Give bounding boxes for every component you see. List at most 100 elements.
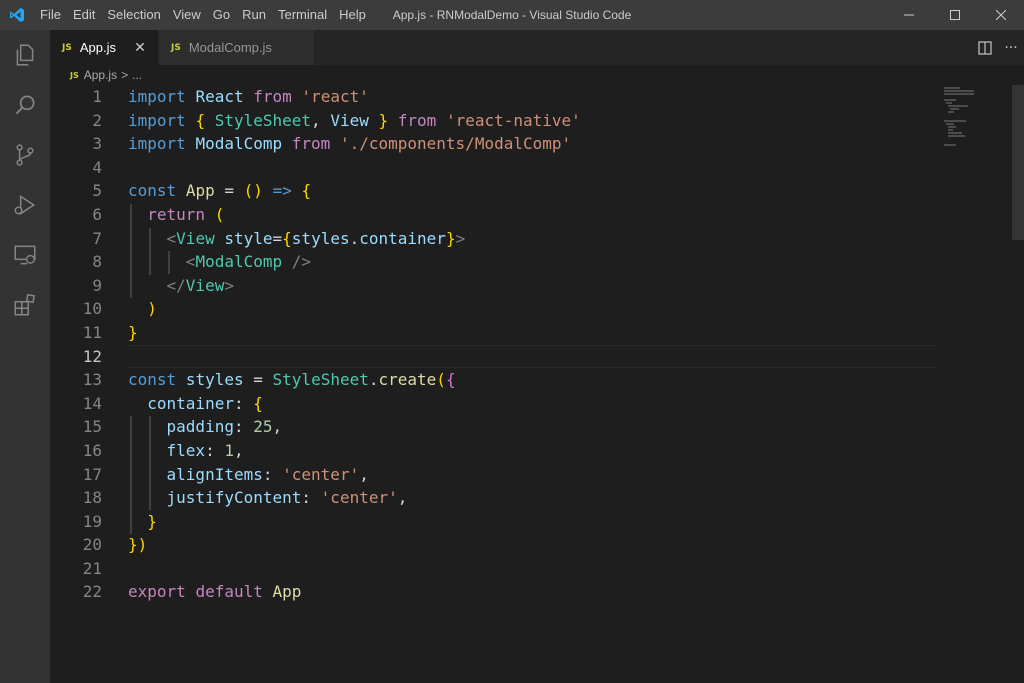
title-bar: File Edit Selection View Go Run Terminal… xyxy=(0,0,1024,30)
code-line[interactable]: 15 padding: 25, xyxy=(50,415,940,439)
menu-terminal[interactable]: Terminal xyxy=(272,0,333,30)
line-number: 19 xyxy=(82,511,102,531)
vertical-scrollbar[interactable] xyxy=(1012,85,1024,683)
line-number: 15 xyxy=(82,417,102,437)
source-control-icon xyxy=(16,144,34,166)
menu-selection[interactable]: Selection xyxy=(101,0,166,30)
code-line[interactable]: 3 import ModalComp from './components/Mod… xyxy=(50,132,940,156)
line-number: 16 xyxy=(82,440,102,460)
line-text: import { StyleSheet, View } from 'react-… xyxy=(128,110,581,130)
menu-bar: File Edit Selection View Go Run Terminal… xyxy=(34,0,372,30)
line-text: import React from 'react' xyxy=(128,87,369,106)
line-text: }) xyxy=(128,535,148,555)
maximize-button[interactable] xyxy=(932,0,978,30)
breadcrumb-file[interactable]: App.js xyxy=(84,68,117,82)
activity-source-control[interactable] xyxy=(0,130,50,180)
scrollbar-thumb[interactable] xyxy=(1012,85,1024,240)
menu-view[interactable]: View xyxy=(167,0,207,30)
code-line[interactable]: 13 const styles = StyleSheet.create({ xyxy=(50,368,940,392)
line-number: 22 xyxy=(82,582,102,602)
code-line[interactable]: 19 } xyxy=(50,510,940,534)
code-line[interactable]: 8 <ModalComp /> xyxy=(50,250,940,274)
line-text: } xyxy=(128,322,138,342)
tab-modalcomp-js[interactable]: JS ModalComp.js xyxy=(158,30,315,65)
editor-tab-bar: JS App.js ✕ JS ModalComp.js ··· xyxy=(50,30,1024,65)
line-text: </View> xyxy=(166,275,234,295)
run-debug-icon xyxy=(14,194,36,216)
minimize-icon xyxy=(904,14,914,16)
line-number: 3 xyxy=(92,134,102,154)
activity-run-debug[interactable] xyxy=(0,180,50,230)
line-text: justifyContent: 'center', xyxy=(166,488,408,508)
line-text: ) xyxy=(147,299,157,319)
line-number: 12 xyxy=(82,346,102,366)
line-number: 4 xyxy=(92,157,102,177)
code-line[interactable]: 7 <View style={styles.container}> xyxy=(50,227,940,251)
remote-explorer-icon xyxy=(14,245,36,265)
line-number: 18 xyxy=(82,488,102,508)
js-file-icon: JS xyxy=(70,70,79,80)
code-line[interactable]: 5 const App = () => { xyxy=(50,179,940,203)
code-line[interactable]: 14 container: { xyxy=(50,392,940,416)
split-editor-icon xyxy=(978,40,992,55)
code-line[interactable]: 20}) xyxy=(50,533,940,557)
menu-file[interactable]: File xyxy=(34,0,67,30)
activity-explorer[interactable] xyxy=(0,30,50,80)
breadcrumb-more[interactable]: ... xyxy=(132,68,142,82)
line-number: 10 xyxy=(82,299,102,319)
code-lines[interactable]: 1 import React from 'react' 2 import { Styl… xyxy=(50,85,940,604)
code-line[interactable]: 17 alignItems: 'center', xyxy=(50,463,940,487)
tab-app-js[interactable]: JS App.js ✕ xyxy=(50,30,159,65)
breadcrumb: JS App.js > ... xyxy=(50,65,1024,85)
line-number: 17 xyxy=(82,464,102,484)
line-text: <ModalComp /> xyxy=(185,252,312,272)
code-line[interactable]: 16 flex: 1, xyxy=(50,439,940,463)
code-line[interactable]: 22 export default App xyxy=(50,580,940,604)
line-number: 11 xyxy=(82,322,102,342)
current-line-highlight xyxy=(128,344,938,369)
menu-go[interactable]: Go xyxy=(207,0,236,30)
code-line[interactable]: 21 xyxy=(50,557,940,581)
line-text: alignItems: 'center', xyxy=(166,464,369,484)
code-line[interactable]: 18 justifyContent: 'center', xyxy=(50,486,940,510)
code-line[interactable]: 10 ) xyxy=(50,297,940,321)
activity-search[interactable] xyxy=(0,80,50,130)
line-number: 5 xyxy=(92,181,102,201)
code-line[interactable]: 9 </View> xyxy=(50,274,940,298)
close-window-button[interactable] xyxy=(978,0,1024,30)
code-line[interactable]: 11} xyxy=(50,321,940,345)
line-text: container: { xyxy=(147,393,263,413)
close-icon xyxy=(996,10,1006,20)
minimap[interactable] xyxy=(942,85,1012,683)
activity-extensions[interactable] xyxy=(0,280,50,330)
line-text: return ( xyxy=(147,204,225,224)
menu-help[interactable]: Help xyxy=(333,0,372,30)
line-text: <View style={styles.container}> xyxy=(166,228,466,248)
menu-run[interactable]: Run xyxy=(236,0,272,30)
code-line[interactable]: 4 xyxy=(50,156,940,180)
maximize-icon xyxy=(950,10,960,20)
code-line[interactable]: 12 xyxy=(50,344,940,369)
js-file-icon: JS xyxy=(62,42,72,53)
line-text: flex: 1, xyxy=(166,440,244,460)
line-text: } xyxy=(147,511,157,531)
search-icon xyxy=(15,95,35,115)
code-line[interactable]: 1 import React from 'react' xyxy=(50,85,940,109)
code-line[interactable]: 2 import { StyleSheet, View } from 'react… xyxy=(50,109,940,133)
line-number: 8 xyxy=(92,252,102,272)
line-text: const App = () => { xyxy=(128,181,312,201)
line-number: 9 xyxy=(92,275,102,295)
vscode-logo-icon xyxy=(0,0,34,30)
split-editor-button[interactable] xyxy=(972,30,998,65)
code-editor[interactable]: 1 import React from 'react' 2 import { Styl… xyxy=(50,85,1024,683)
tab-close-button[interactable]: ✕ xyxy=(132,39,148,56)
minimize-button[interactable] xyxy=(886,0,932,30)
code-line[interactable]: 6 return ( xyxy=(50,203,940,227)
line-text: export default App xyxy=(128,582,302,602)
more-actions-button[interactable]: ··· xyxy=(998,30,1024,65)
extensions-icon xyxy=(14,293,36,316)
line-number: 7 xyxy=(92,228,102,248)
activity-remote-explorer[interactable] xyxy=(0,230,50,280)
menu-edit[interactable]: Edit xyxy=(67,0,101,30)
breadcrumb-separator: > xyxy=(121,68,129,82)
